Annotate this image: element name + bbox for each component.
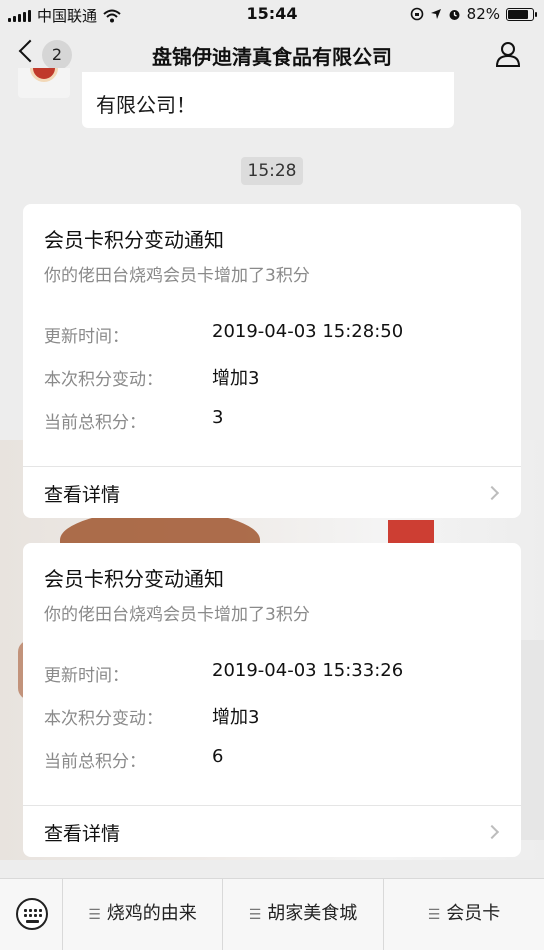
location-icon [430,9,441,19]
field-label: 当前总积分： [44,752,146,772]
status-right: 82% [410,5,537,23]
field-label: 当前总积分： [44,413,146,433]
menu-lines-icon: ☰ [427,907,441,923]
menu-item-label: 胡家美食城 [267,903,358,924]
card-subtitle: 你的佬田台烧鸡会员卡增加了3积分 [44,605,310,625]
avatar-logo-icon [30,68,58,82]
field-value: 6 [212,746,224,767]
menu-item-food-city[interactable]: ☰ 胡家美食城 [223,879,384,950]
menu-lines-icon: ☰ [248,907,262,923]
background-decoration [520,640,544,840]
keyboard-toggle-button[interactable] [0,879,63,950]
field-value: 2019-04-03 15:28:50 [212,321,404,342]
chevron-right-icon[interactable] [484,824,500,840]
alarm-icon [449,9,460,20]
card-title: 会员卡积分变动通知 [44,228,224,252]
field-label: 更新时间： [44,666,129,686]
card-title: 会员卡积分变动通知 [44,567,224,591]
battery-fill [508,9,528,19]
menu-item-label: 烧鸡的由来 [106,903,197,924]
field-value: 增加3 [212,368,260,389]
menu-item-label: 会员卡 [446,903,501,924]
field-label: 更新时间： [44,327,129,347]
message-bubble: 有限公司！ [82,72,454,128]
menu-item-member-card[interactable]: ☰ 会员卡 [384,879,544,950]
menu-item-origin[interactable]: ☰ 烧鸡的由来 [63,879,223,950]
field-value: 2019-04-03 15:33:26 [212,660,404,681]
chevron-right-icon[interactable] [484,485,500,501]
card-divider [23,805,521,806]
bottom-menu: ☰ 烧鸡的由来 ☰ 胡家美食城 ☰ 会员卡 [0,878,544,950]
sender-avatar[interactable] [18,68,70,98]
notification-card: 会员卡积分变动通知 你的佬田台烧鸡会员卡增加了3积分 更新时间： 2019-04… [23,204,521,518]
page-title: 盘锦伊迪清真食品有限公司 [152,45,392,69]
keyboard-icon [16,898,48,930]
field-label: 本次积分变动： [44,709,163,729]
notification-card: 会员卡积分变动通知 你的佬田台烧鸡会员卡增加了3积分 更新时间： 2019-04… [23,543,521,857]
field-value: 3 [212,407,224,428]
field-label: 本次积分变动： [44,370,163,390]
menu-lines-icon: ☰ [88,907,101,923]
unread-count-badge[interactable]: 2 [42,40,72,70]
person-icon[interactable] [494,40,522,68]
view-details-link[interactable]: 查看详情 [44,819,120,846]
card-divider [23,466,521,467]
card-subtitle: 你的佬田台烧鸡会员卡增加了3积分 [44,266,310,286]
background-decoration [388,520,434,544]
rotation-lock-icon [410,7,423,21]
chevron-left-icon[interactable] [18,39,42,63]
battery-icon [506,7,537,21]
timestamp-chip: 15:28 [241,157,303,185]
status-bar: 中国联通 15:44 82% [0,0,544,28]
field-value: 增加3 [212,707,260,728]
view-details-link[interactable]: 查看详情 [44,480,120,507]
battery-percent: 82% [466,5,500,23]
